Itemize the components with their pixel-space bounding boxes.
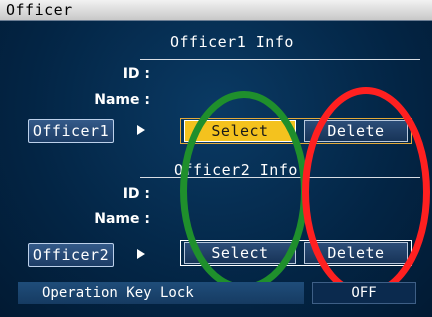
officer2-button[interactable]: Officer2 xyxy=(28,243,114,267)
officer1-arrow-icon xyxy=(137,125,145,135)
officer2-arrow-icon xyxy=(137,249,145,259)
operation-key-lock-row: Operation Key Lock OFF xyxy=(0,282,432,304)
officer1-id-label: ID : xyxy=(122,66,150,82)
operation-key-lock-value[interactable]: OFF xyxy=(312,282,416,304)
officer2-name-label: Name : xyxy=(94,211,150,227)
officer1-button[interactable]: Officer1 xyxy=(28,119,114,143)
officer-panel: Officer1 Info ID : Name : Officer1 Selec… xyxy=(0,21,432,317)
officer2-id-label: ID : xyxy=(122,186,150,202)
red-annotation-ellipse xyxy=(302,87,430,297)
officer1-name-label: Name : xyxy=(94,92,150,108)
officer1-section-divider xyxy=(140,59,420,60)
green-annotation-ellipse xyxy=(180,91,308,291)
operation-key-lock-label: Operation Key Lock xyxy=(18,282,304,304)
title-bar: Officer xyxy=(0,0,432,21)
window-title: Officer xyxy=(6,1,73,19)
officer1-section-title: Officer1 Info xyxy=(170,33,294,51)
